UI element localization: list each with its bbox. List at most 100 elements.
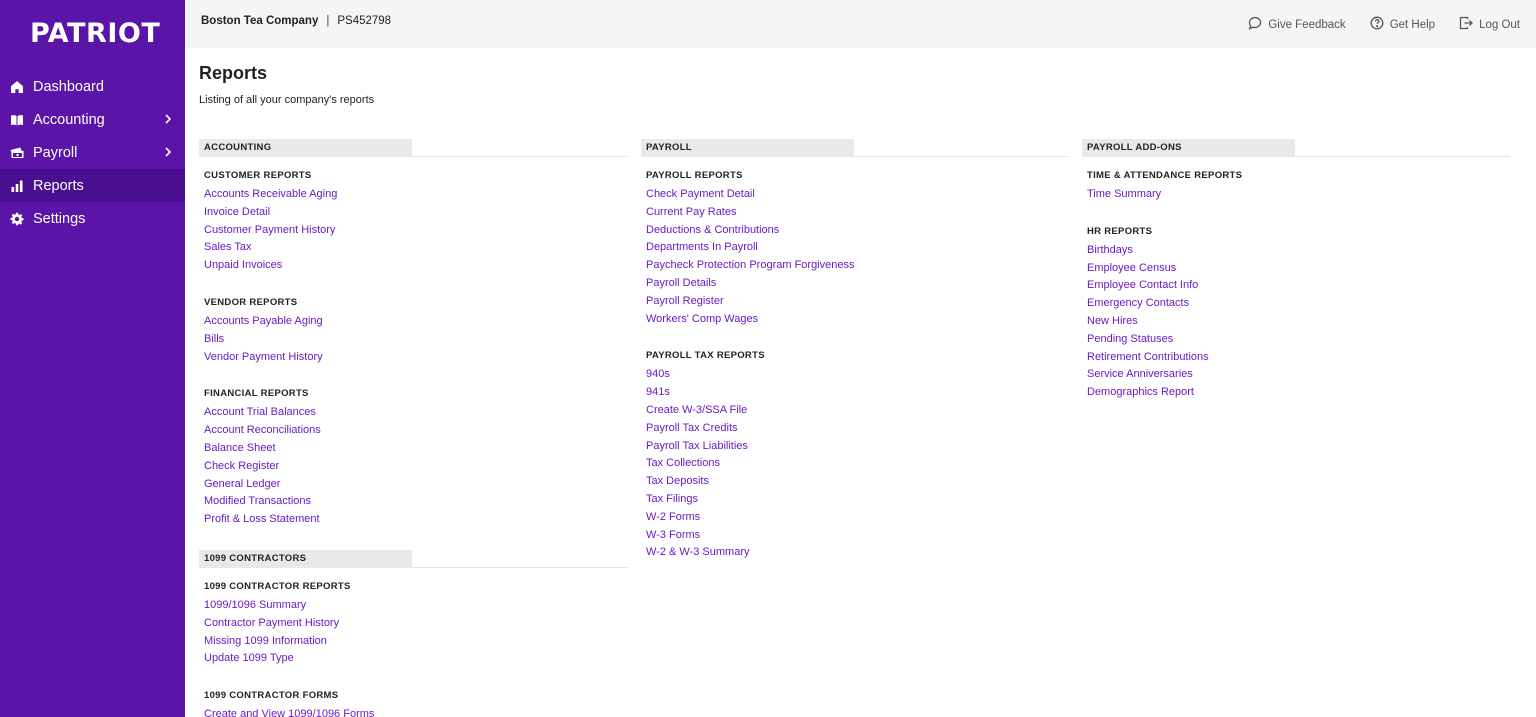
report-link-check-register[interactable]: Check Register [204,458,627,476]
report-link-demographics-report[interactable]: Demographics Report [1087,384,1510,402]
group-title: PAYROLL REPORTS [646,170,743,181]
sidebar-item-label: Accounting [33,111,105,128]
section-header-label: 1099 CONTRACTORS [199,549,412,568]
report-group-customer-reports: CUSTOMER REPORTS Accounts Receivable Agin… [199,169,627,275]
report-group-hr-reports: HR REPORTS Birthdays Employee Census Employ… [1082,225,1510,402]
report-link-deductions-and-contributions[interactable]: Deductions & Contributions [646,222,1069,240]
sidebar: PATRIOT Dashboard Accounting Payroll Report… [0,0,185,717]
report-group-vendor-reports: VENDOR REPORTS Accounts Payable Aging Bill… [199,296,627,366]
home-icon [9,79,24,94]
report-group-1099-contractor-forms: 1099 CONTRACTOR FORMS Create and View 109… [199,689,627,717]
sidebar-item-accounting[interactable]: Accounting [0,103,185,136]
sidebar-item-dashboard[interactable]: Dashboard [0,70,185,103]
report-link-accounts-receivable-aging[interactable]: Accounts Receivable Aging [204,186,627,204]
report-link-emergency-contacts[interactable]: Emergency Contacts [1087,295,1510,313]
report-link-invoice-detail[interactable]: Invoice Detail [204,204,627,222]
report-link-create-and-view-1099-1096-forms[interactable]: Create and View 1099/1096 Forms [204,706,627,717]
report-link-update-1099-type[interactable]: Update 1099 Type [204,650,627,668]
report-link-payroll-tax-liabilities[interactable]: Payroll Tax Liabilities [646,438,1069,456]
sidebar-item-label: Payroll [33,144,78,161]
page-subtitle: Listing of all your company's reports [199,94,375,106]
report-group-payroll-tax-reports: PAYROLL TAX REPORTS 940s 941s Create W-3/SS… [641,349,1069,562]
section-header-label: PAYROLL ADD-ONS [1082,139,1295,157]
report-link-service-anniversaries[interactable]: Service Anniversaries [1087,366,1510,384]
report-link-account-reconciliations[interactable]: Account Reconciliations [204,422,627,440]
report-link-1099-1096-summary[interactable]: 1099/1096 Summary [204,597,627,615]
sidebar-item-settings[interactable]: Settings [0,202,185,235]
sidebar-item-reports[interactable]: Reports [0,169,185,202]
report-link-missing-1099-information[interactable]: Missing 1099 Information [204,633,627,651]
report-section-accounting: ACCOUNTING CUSTOMER REPORTS Accounts Recei… [199,139,627,529]
sidebar-item-payroll[interactable]: Payroll [0,136,185,169]
report-link-941s[interactable]: 941s [646,384,1069,402]
bar-chart-icon [9,178,24,193]
report-link-payroll-register[interactable]: Payroll Register [646,293,1069,311]
get-help-label: Get Help [1389,18,1436,31]
report-group-financial-reports: FINANCIAL REPORTS Account Trial Balances A… [199,387,627,529]
report-link-pending-statuses[interactable]: Pending Statuses [1087,331,1510,349]
report-link-unpaid-invoices[interactable]: Unpaid Invoices [204,257,627,275]
report-link-vendor-payment-history[interactable]: Vendor Payment History [204,349,627,367]
report-link-payroll-tax-credits[interactable]: Payroll Tax Credits [646,420,1069,438]
report-link-new-hires[interactable]: New Hires [1087,313,1510,331]
group-title: FINANCIAL REPORTS [204,388,309,400]
report-group-time-and-attendance-reports: TIME & ATTENDANCE REPORTS Time Summary [1082,169,1510,204]
section-header: PAYROLL [641,139,1069,157]
patriot-logo[interactable]: PATRIOT [30,17,160,51]
company-name: Boston Tea Company [201,15,319,27]
report-link-w-3-forms[interactable]: W-3 Forms [646,527,1069,545]
report-link-tax-filings[interactable]: Tax Filings [646,491,1069,509]
sidebar-item-label: Settings [33,210,86,227]
report-section-payroll: PAYROLL PAYROLL REPORTS Check Payment Deta… [641,139,1069,562]
sidebar-item-label: Dashboard [33,78,104,95]
section-header: PAYROLL ADD-ONS [1082,139,1510,157]
group-title: VENDOR REPORTS [204,296,298,308]
reports-column-2: PAYROLL PAYROLL REPORTS Check Payment Deta… [641,139,1069,583]
report-link-w-2-and-w-3-summary[interactable]: W-2 & W-3 Summary [646,544,1069,562]
report-link-employee-contact-info[interactable]: Employee Contact Info [1087,277,1510,295]
report-link-balance-sheet[interactable]: Balance Sheet [204,440,627,458]
report-link-bills[interactable]: Bills [204,331,627,349]
report-link-general-ledger[interactable]: General Ledger [204,476,627,494]
report-link-customer-payment-history[interactable]: Customer Payment History [204,222,627,240]
top-bar: Boston Tea Company | PS452798 Give Feedbac… [185,0,1536,48]
report-link-contractor-payment-history[interactable]: Contractor Payment History [204,615,627,633]
report-link-sales-tax[interactable]: Sales Tax [204,239,627,257]
section-header: ACCOUNTING [199,139,627,157]
chat-bubble-icon [1248,16,1262,33]
gear-icon [9,211,24,226]
chevron-right-icon [162,146,174,158]
report-section-payroll-add-ons: PAYROLL ADD-ONS TIME & ATTENDANCE REPORTS… [1082,139,1510,402]
report-link-accounts-payable-aging[interactable]: Accounts Payable Aging [204,313,627,331]
section-header: 1099 CONTRACTORS [199,549,627,568]
report-link-retirement-contributions[interactable]: Retirement Contributions [1087,349,1510,367]
report-link-payroll-details[interactable]: Payroll Details [646,275,1069,293]
report-link-940s[interactable]: 940s [646,366,1069,384]
log-out-button[interactable]: Log Out [1459,16,1520,33]
company-info: Boston Tea Company | PS452798 [201,15,391,27]
report-link-employee-census[interactable]: Employee Census [1087,260,1510,278]
report-link-create-w-3-ssa-file[interactable]: Create W-3/SSA File [646,402,1069,420]
give-feedback-label: Give Feedback [1268,18,1346,31]
report-link-workers-comp-wages[interactable]: Workers' Comp Wages [646,311,1069,329]
sidebar-nav: Dashboard Accounting Payroll Reports Setting… [0,70,185,235]
report-link-departments-in-payroll[interactable]: Departments In Payroll [646,239,1069,257]
report-link-current-pay-rates[interactable]: Current Pay Rates [646,204,1069,222]
give-feedback-button[interactable]: Give Feedback [1248,16,1346,33]
get-help-button[interactable]: Get Help [1370,16,1435,33]
report-link-tax-collections[interactable]: Tax Collections [646,455,1069,473]
logout-icon [1459,16,1473,33]
section-header-label: ACCOUNTING [199,139,412,157]
report-link-paycheck-protection-program-forgiveness[interactable]: Paycheck Protection Program Forgiveness [646,257,1069,275]
report-link-modified-transactions[interactable]: Modified Transactions [204,493,627,511]
group-title: 1099 CONTRACTOR FORMS [204,690,339,702]
report-link-time-summary[interactable]: Time Summary [1087,186,1510,204]
report-link-w-2-forms[interactable]: W-2 Forms [646,509,1069,527]
report-link-check-payment-detail[interactable]: Check Payment Detail [646,186,1069,204]
report-link-profit-and-loss-statement[interactable]: Profit & Loss Statement [204,511,627,529]
group-title: PAYROLL TAX REPORTS [646,350,765,362]
report-link-birthdays[interactable]: Birthdays [1087,242,1510,260]
report-link-tax-deposits[interactable]: Tax Deposits [646,473,1069,491]
report-link-account-trial-balances[interactable]: Account Trial Balances [204,404,627,422]
group-title: TIME & ATTENDANCE REPORTS [1087,170,1243,181]
